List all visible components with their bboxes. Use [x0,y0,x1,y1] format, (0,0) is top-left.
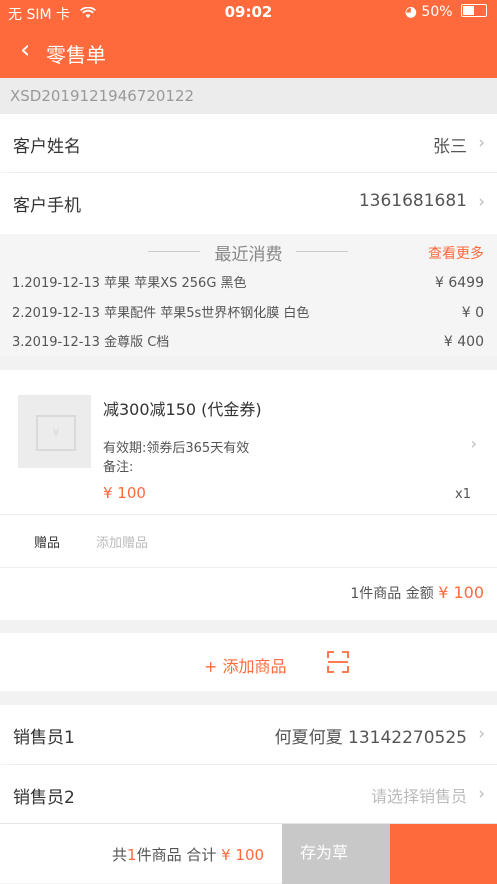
divider [0,514,497,515]
status-right: ◕ 50% [405,4,487,20]
product-card: ¥ 减300减150 (代金券) 有效期:领券后365天有效 备注: ¥ 100… [0,370,497,620]
total-count: 1 [127,846,137,864]
customer-name-row[interactable]: 客户姓名 张三 › [0,114,497,172]
divider [296,251,348,252]
battery-icon [461,4,487,17]
recent-item: 1.2019-12-13 苹果 苹果XS 256G 黑色 [12,276,247,291]
product-quantity: x1 [455,487,471,502]
total-prefix: 共 [112,846,128,864]
orientation-lock-icon: ◕ [404,4,417,20]
recent-item: 3.2019-12-13 金尊版 C档 [12,335,170,350]
submit-button[interactable] [390,824,497,884]
salesperson-1-label: 销售员1 [13,728,75,748]
recent-item: 2.2019-12-13 苹果配件 苹果5s世界杯钢化膜 白色 [12,306,310,321]
battery-percent: 50% [421,4,453,20]
status-bar: 无 SIM 卡 09:02 ◕ 50% [0,0,497,26]
add-product-bar: + 添加商品 [0,633,497,691]
customer-phone-label: 客户手机 [13,196,81,216]
voucher-icon: ¥ [36,415,76,451]
salesperson-1-row[interactable]: 销售员1 何夏何夏 13142270525 › [0,705,497,764]
chevron-right-icon: › [478,192,485,212]
chevron-right-icon[interactable]: › [471,434,477,453]
total-amount: ¥ 100 [221,846,265,864]
customer-name-value: 张三 [433,137,467,157]
add-product-button[interactable]: + 添加商品 [204,653,287,677]
product-thumbnail: ¥ [18,395,91,468]
total-label: 件商品 合计 [136,846,217,864]
order-total: 共1件商品 合计 ¥ 100 [112,844,264,865]
customer-phone-value: 1361681681 [358,191,467,211]
summary-amount: ¥ 100 [438,583,484,602]
chevron-right-icon: › [478,784,485,804]
add-gift-button[interactable]: 添加赠品 [96,532,148,551]
chevron-right-icon: › [478,133,485,153]
page-title: 零售单 [46,43,106,67]
scan-icon[interactable] [327,651,349,673]
recent-item-price: ¥ 400 [443,334,484,350]
recent-title: 最近消费 [214,245,283,265]
salesperson-1-value: 何夏何夏 13142270525 [274,728,467,748]
summary-count: 1件商品 [350,586,402,602]
bottom-bar: 共1件商品 合计 ¥ 100 存为草 [0,823,497,884]
chevron-left-icon[interactable]: ‹ [20,36,30,64]
divider [0,567,497,568]
view-more-link[interactable]: 查看更多 [428,243,484,263]
order-number: XSD2019121946720122 [0,78,497,114]
recent-item-price: ¥ 0 [461,305,484,321]
recent-item-price: ¥ 6499 [435,275,484,291]
product-note: 备注: [103,460,134,475]
salesperson-2-label: 销售员2 [13,788,75,808]
salesperson-2-placeholder: 请选择销售员 [370,787,467,806]
product-summary: 1件商品 金额 ¥ 100 [350,583,484,603]
product-validity: 有效期:领券后365天有效 [103,441,250,456]
customer-name-label: 客户姓名 [13,137,81,157]
nav-bar: ‹ 零售单 [0,26,497,78]
recent-purchases: 最近消费 查看更多 1.2019-12-13 苹果 苹果XS 256G 黑色 ¥… [0,234,497,356]
save-draft-button[interactable]: 存为草 [282,824,390,884]
chevron-right-icon: › [478,724,485,744]
salesperson-2-row[interactable]: 销售员2 请选择销售员 › [0,765,497,823]
product-name[interactable]: 减300减150 (代金券) [103,396,262,420]
gift-label: 赠品 [34,536,61,551]
customer-phone-row[interactable]: 客户手机 1361681681 › [0,173,497,234]
summary-amount-label: 金额 [405,586,434,602]
product-price: ¥ 100 [103,484,146,502]
